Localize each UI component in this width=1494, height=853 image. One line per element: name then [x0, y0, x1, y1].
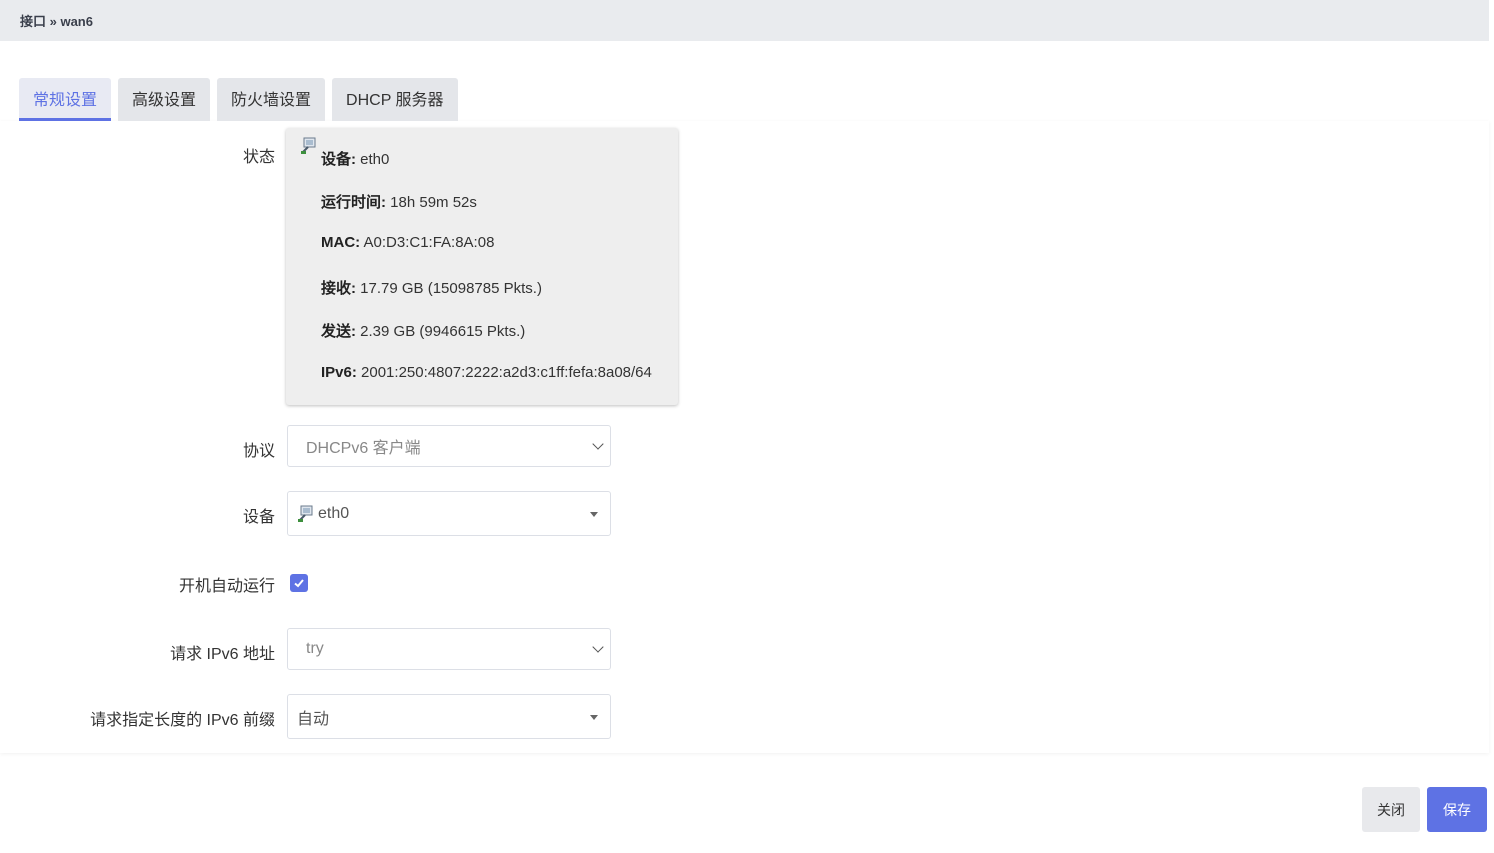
request-ipv6-address-value: try: [306, 640, 324, 657]
save-button[interactable]: 保存: [1427, 787, 1487, 832]
request-ipv6-prefix-dropdown[interactable]: 自动: [287, 694, 611, 739]
breadcrumb: 接口 » wan6: [20, 14, 93, 29]
status-uptime: 运行时间: 18h 59m 52s: [321, 194, 477, 211]
status-label: 状态: [242, 149, 275, 166]
protocol-select[interactable]: DHCPv6 客户端: [287, 425, 611, 467]
status-ipv6: IPv6: 2001:250:4807:2222:a2d3:c1ff:fefa:…: [321, 364, 652, 381]
tab-advanced-settings[interactable]: 高级设置: [118, 78, 211, 121]
status-rx: 接收: 17.79 GB (15098785 Pkts.): [321, 280, 542, 297]
request-ipv6-prefix-value: 自动: [297, 710, 330, 728]
status-mac: MAC: A0:D3:C1:FA:8A:08: [321, 234, 495, 251]
status-device: 设备: eth0: [321, 151, 390, 168]
device-dropdown-value: eth0: [318, 504, 350, 522]
ethernet-port-icon: [300, 137, 318, 155]
protocol-label: 协议: [242, 443, 275, 460]
request-ipv6-address-select[interactable]: try: [287, 628, 611, 670]
ethernet-port-icon: [297, 505, 315, 523]
chevron-down-icon: [592, 438, 604, 450]
caret-down-icon: [590, 511, 598, 517]
autostart-label: 开机自动运行: [178, 578, 275, 595]
caret-down-icon: [590, 714, 598, 720]
request-ipv6-address-label: 请求 IPv6 地址: [170, 646, 275, 663]
device-dropdown[interactable]: eth0: [287, 491, 611, 536]
status-tx: 发送: 2.39 GB (9946615 Pkts.): [321, 323, 526, 340]
tab-general-settings[interactable]: 常规设置: [19, 78, 112, 121]
device-label: 设备: [242, 509, 275, 526]
tab-dhcp-server[interactable]: DHCP 服务器: [332, 78, 458, 121]
chevron-down-icon: [592, 641, 604, 653]
tab-firewall-settings[interactable]: 防火墙设置: [217, 78, 326, 121]
checkmark-icon: [294, 579, 304, 588]
top-bar: 接口 » wan6: [0, 0, 1489, 41]
protocol-select-value: DHCPv6 客户端: [306, 440, 421, 457]
request-ipv6-prefix-label: 请求指定长度的 IPv6 前缀: [90, 712, 275, 729]
close-button[interactable]: 关闭: [1362, 787, 1420, 832]
autostart-checkbox[interactable]: [290, 574, 308, 592]
tab-bar: 常规设置 高级设置 防火墙设置 DHCP 服务器: [19, 78, 458, 121]
